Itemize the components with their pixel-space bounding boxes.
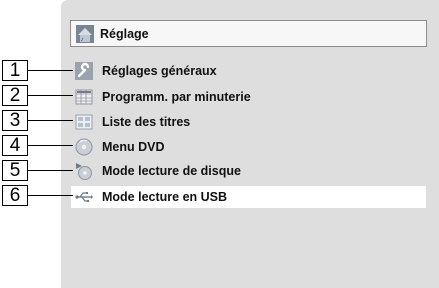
callout-leader-line — [28, 95, 73, 96]
usb-icon — [75, 192, 93, 203]
page-title: Réglage — [100, 26, 149, 41]
callout-number-4: 4 — [2, 135, 28, 156]
menu-item-title-list[interactable]: Liste des titres — [71, 111, 426, 133]
menu-item-disc-playback-mode[interactable]: Mode lecture de disque — [71, 160, 426, 182]
svg-text:♪: ♪ — [81, 37, 84, 43]
menu-item-label: Programm. par minuterie — [102, 90, 251, 104]
settings-icon: ♪ — [76, 24, 94, 43]
menu-item-label: Menu DVD — [102, 140, 165, 154]
callout-leader-line — [28, 195, 73, 196]
callout-number-5: 5 — [2, 160, 28, 181]
menu-item-timer-programming[interactable]: Programm. par minuterie — [71, 86, 426, 108]
title-list-icon — [75, 114, 93, 130]
disc-play-icon — [76, 163, 92, 180]
menu-item-general-settings[interactable]: Réglages généraux — [71, 60, 426, 82]
menu-item-dvd-menu[interactable]: Menu DVD — [71, 136, 426, 158]
callout-number-1: 1 — [2, 60, 28, 81]
callout-leader-line — [28, 170, 73, 171]
callout-leader-line — [28, 145, 73, 146]
menu-item-label: Mode lecture en USB — [102, 190, 228, 204]
callout-number-6: 6 — [2, 185, 28, 206]
menu-item-label: Mode lecture de disque — [102, 164, 241, 178]
timer-grid-icon — [75, 89, 93, 105]
menu-item-label: Réglages généraux — [102, 64, 217, 78]
wrench-icon — [75, 62, 93, 80]
callout-leader-line — [28, 70, 73, 71]
callout-number-3: 3 — [2, 110, 28, 131]
callout-leader-line — [28, 120, 73, 121]
menu-item-usb-playback-mode[interactable]: Mode lecture en USB — [71, 186, 426, 208]
callout-number-2: 2 — [2, 85, 28, 106]
menu-header: ♪ Réglage — [70, 20, 427, 47]
disc-icon — [75, 138, 93, 156]
menu-item-label: Liste des titres — [102, 115, 191, 129]
